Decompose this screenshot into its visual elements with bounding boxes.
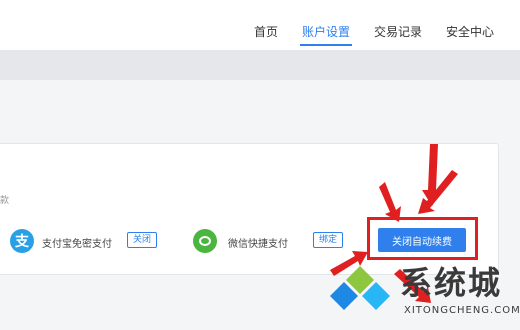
main-nav: 首页 账户设置 交易记录 安全中心	[242, 0, 506, 50]
top-navigation-bar: 首页 账户设置 交易记录 安全中心	[0, 0, 520, 50]
nav-item-transactions[interactable]: 交易记录	[362, 0, 434, 50]
nav-item-home[interactable]: 首页	[242, 0, 290, 50]
alipay-label: 支付宝免密支付	[42, 239, 112, 250]
watermark-subtitle: XITONGCHENG.COM	[404, 305, 520, 316]
wechat-icon	[193, 229, 217, 253]
header-divider-strip	[0, 50, 520, 80]
nav-item-account-settings[interactable]: 账户设置	[290, 0, 362, 50]
card-hint-text: 款	[0, 196, 10, 206]
wechat-label: 微信快捷支付	[228, 239, 288, 250]
alipay-icon: 支	[10, 229, 34, 253]
nav-item-security-center[interactable]: 安全中心	[434, 0, 506, 50]
watermark-title: 系统城	[400, 264, 503, 302]
alipay-close-button[interactable]: 关闭	[127, 232, 158, 248]
watermark-logo-icon	[330, 266, 390, 310]
alipay-glyph: 支	[15, 234, 29, 250]
wechat-bind-button[interactable]: 绑定	[313, 232, 344, 248]
wechat-bubble-icon	[199, 236, 211, 246]
annotation-highlight-box	[367, 217, 478, 260]
